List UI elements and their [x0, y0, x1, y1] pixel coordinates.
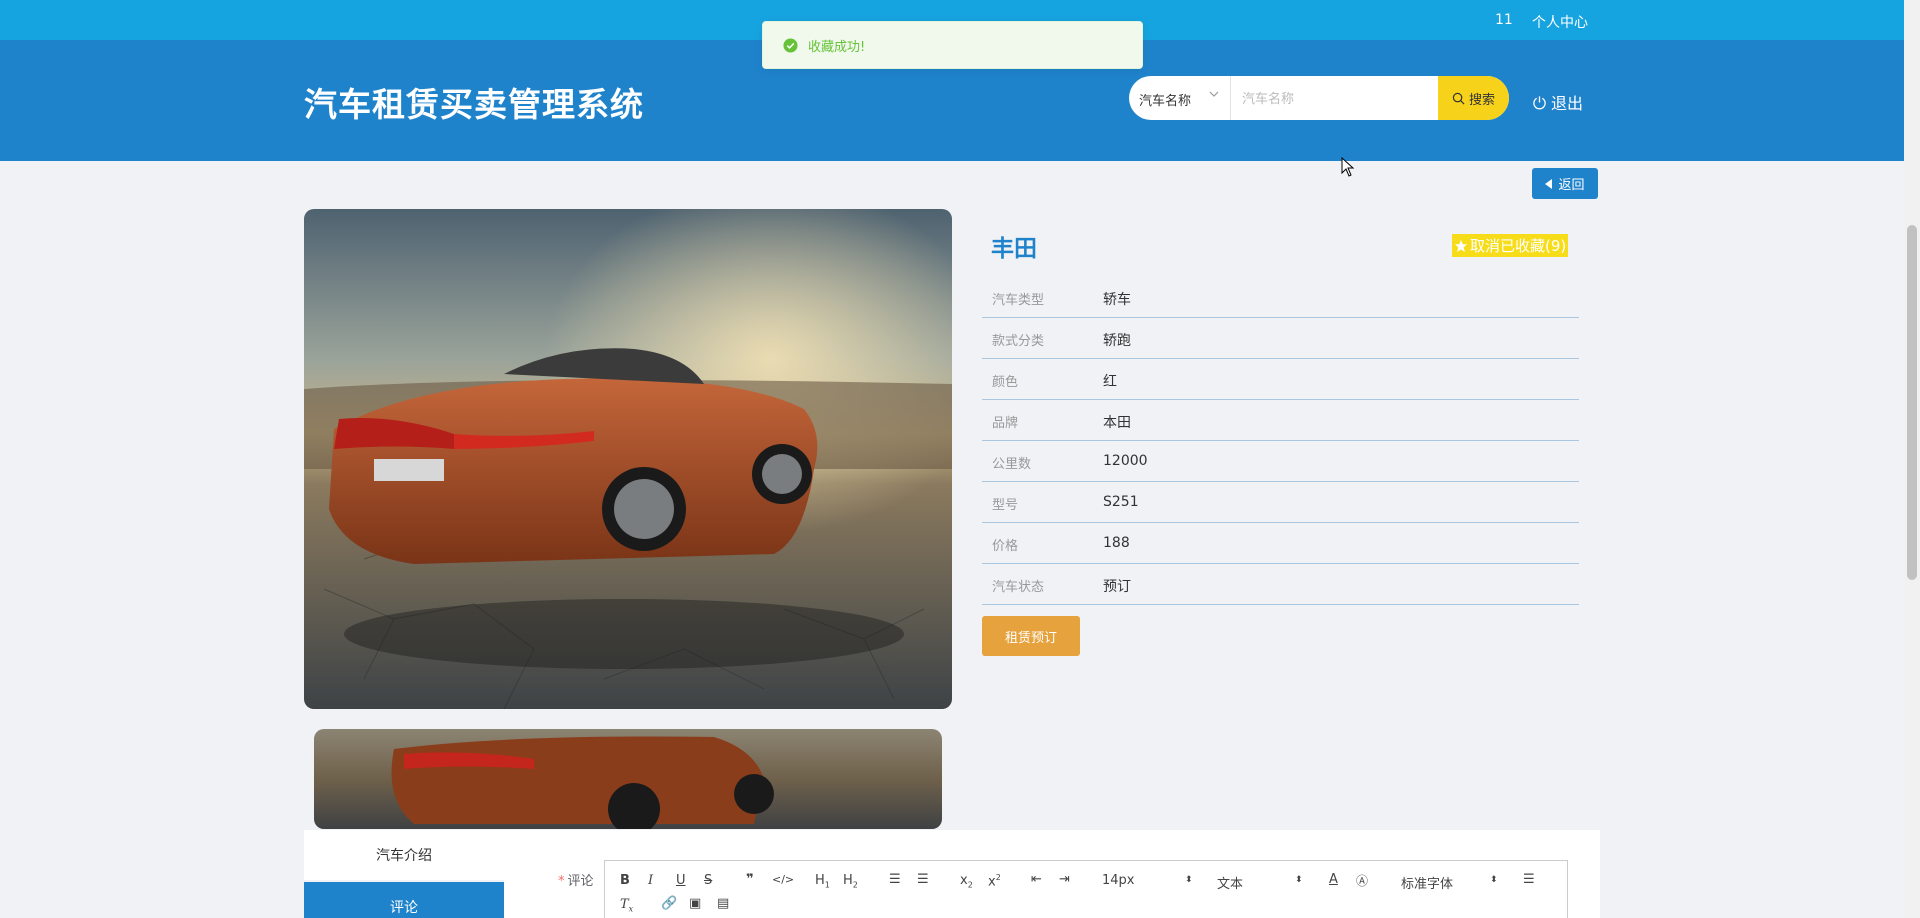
comment-panel: * 评论 B I U S ❞ </> H1 H2 ☰ ☰ x2 x2 ⇤ ⇥ 14… [504, 830, 1600, 918]
italic-icon[interactable]: I [648, 873, 653, 888]
page-scrollbar[interactable] [1904, 0, 1920, 918]
logout-button[interactable]: 退出 [1532, 90, 1583, 114]
subscript-icon[interactable]: x2 [960, 873, 973, 890]
attribute-row: 品牌 本田 [982, 400, 1579, 441]
favorite-toggle[interactable]: 取消已收藏(9) [1452, 234, 1569, 257]
attribute-label: 颜色 [992, 375, 1019, 390]
font-family-value: 标准字体 [1401, 877, 1454, 892]
star-icon [1454, 239, 1468, 252]
code-icon[interactable]: </> [772, 873, 794, 886]
attribute-row: 价格 188 [982, 523, 1579, 564]
block-type-value: 文本 [1217, 877, 1244, 892]
search-bar: 汽车名称 搜索 [1129, 76, 1509, 120]
updown-icon: ⬍ [1295, 875, 1303, 885]
back-button[interactable]: 返回 [1532, 168, 1598, 199]
search-button[interactable]: 搜索 [1438, 76, 1509, 120]
tab-comments[interactable]: 评论 [304, 882, 504, 918]
attribute-row: 汽车类型 轿车 [982, 277, 1579, 318]
bold-icon[interactable]: B [620, 873, 630, 888]
car-main-image [304, 209, 952, 709]
ordered-list-icon[interactable]: ☰ [889, 872, 901, 887]
attribute-value: 轿车 [1103, 292, 1131, 308]
image-icon[interactable]: ▣ [689, 896, 701, 911]
personal-center-link[interactable]: 个人中心 [1532, 12, 1588, 32]
background-color-icon[interactable]: Ⓐ [1356, 872, 1368, 889]
logout-label: 退出 [1551, 94, 1584, 113]
search-field-select-value: 汽车名称 [1139, 94, 1192, 109]
mouse-cursor-icon [1341, 157, 1355, 177]
clear-format-icon[interactable]: Tx [620, 897, 633, 914]
header2-icon[interactable]: H2 [843, 873, 858, 890]
favorite-label: 取消已收藏(9) [1470, 237, 1567, 255]
site-title: 汽车租赁买卖管理系统 [304, 85, 644, 124]
toast-text: 收藏成功! [808, 39, 866, 55]
search-input[interactable] [1232, 76, 1438, 120]
attribute-row: 汽车状态 预订 [982, 564, 1579, 605]
updown-icon: ⬍ [1490, 875, 1498, 885]
attribute-label: 型号 [992, 498, 1019, 513]
attribute-value: S251 [1103, 494, 1139, 510]
back-button-label: 返回 [1558, 178, 1585, 193]
attribute-label: 品牌 [992, 416, 1019, 431]
header1-icon[interactable]: H1 [815, 873, 830, 890]
car-thumbnail[interactable] [314, 729, 942, 829]
search-button-label: 搜索 [1468, 92, 1495, 108]
comment-label: * 评论 [558, 870, 594, 889]
success-toast: 收藏成功! [762, 21, 1143, 69]
search-field-select[interactable]: 汽车名称 [1129, 76, 1231, 120]
attribute-row: 公里数 12000 [982, 441, 1579, 482]
attribute-value: 12000 [1103, 453, 1148, 469]
attribute-label: 款式分类 [992, 334, 1045, 349]
font-size-select[interactable]: 14px ⬍ [1102, 873, 1193, 888]
strikethrough-icon[interactable]: S [704, 873, 712, 888]
detail-tabs: 汽车介绍 评论 [304, 830, 504, 918]
tab-car-intro[interactable]: 汽车介绍 [304, 830, 504, 880]
underline-icon[interactable]: U [676, 873, 686, 888]
car-name: 丰田 [991, 236, 1037, 262]
attribute-label: 价格 [992, 539, 1019, 554]
block-type-select[interactable]: 文本 ⬍ [1217, 873, 1307, 892]
attribute-label: 汽车类型 [992, 293, 1045, 308]
attribute-row: 型号 S251 [982, 482, 1579, 523]
outdent-icon[interactable]: ⇤ [1031, 872, 1042, 887]
link-icon[interactable]: 🔗 [661, 896, 677, 911]
indent-icon[interactable]: ⇥ [1059, 872, 1070, 887]
blockquote-icon[interactable]: ❞ [746, 872, 754, 887]
attribute-label: 公里数 [992, 457, 1032, 472]
scrollbar-thumb[interactable] [1907, 225, 1917, 580]
search-icon [1452, 92, 1465, 104]
check-circle-icon [783, 37, 798, 53]
rent-reserve-button[interactable]: 租赁预订 [982, 616, 1080, 656]
attribute-row: 颜色 红 [982, 359, 1579, 400]
font-size-value: 14px [1102, 873, 1135, 888]
username[interactable]: 11 [1495, 12, 1513, 28]
attribute-value: 红 [1103, 374, 1117, 390]
video-icon[interactable]: ▤ [717, 896, 729, 911]
comment-label-text: 评论 [567, 874, 594, 889]
font-color-icon[interactable]: A [1329, 872, 1338, 887]
attribute-value: 预订 [1103, 579, 1131, 595]
attribute-value: 188 [1103, 535, 1130, 551]
attribute-label: 汽车状态 [992, 580, 1045, 595]
power-icon [1533, 95, 1546, 109]
required-mark: * [558, 874, 565, 889]
caret-left-icon [1545, 178, 1553, 189]
bullet-list-icon[interactable]: ☰ [917, 872, 929, 887]
attribute-value: 轿跑 [1103, 333, 1131, 349]
align-icon[interactable]: ☰ [1523, 872, 1535, 887]
attribute-row: 款式分类 轿跑 [982, 318, 1579, 359]
font-family-select[interactable]: 标准字体 ⬍ [1401, 873, 1501, 892]
superscript-icon[interactable]: x2 [988, 873, 1001, 889]
chevron-down-icon [1209, 91, 1219, 97]
rich-text-editor: B I U S ❞ </> H1 H2 ☰ ☰ x2 x2 ⇤ ⇥ 14px ⬍ … [604, 860, 1568, 918]
attribute-value: 本田 [1103, 415, 1131, 431]
updown-icon: ⬍ [1185, 875, 1193, 885]
car-attributes: 汽车类型 轿车 款式分类 轿跑 颜色 红 品牌 本田 公里数 12000 型号 S251 价… [982, 277, 1579, 605]
